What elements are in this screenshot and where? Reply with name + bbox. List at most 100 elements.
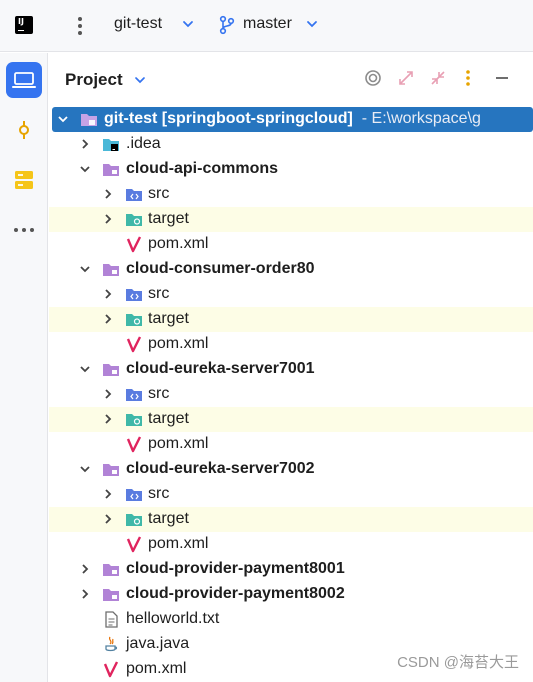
tree-label: .idea [126, 135, 161, 152]
idea-folder-icon [103, 139, 119, 151]
panel-title[interactable]: Project [65, 70, 123, 90]
branch-switcher[interactable]: master [243, 15, 292, 33]
commit-tool-button[interactable] [6, 112, 42, 148]
chevron-down-icon[interactable] [79, 363, 91, 375]
logo-text: IJ [18, 17, 24, 26]
tree-row[interactable]: cloud-provider-payment8001 [49, 557, 533, 582]
tree-row[interactable]: helloworld.txt [49, 607, 533, 632]
tree-label: cloud-eureka-server7002 [126, 460, 315, 477]
tree-label: src [148, 485, 170, 502]
more-tools-button[interactable] [6, 212, 42, 248]
module-folder-icon [103, 164, 119, 176]
tree-label: pom.xml [148, 535, 209, 552]
tree-label: target [148, 510, 189, 527]
module-folder-icon [103, 364, 119, 376]
module-folder-icon [81, 114, 97, 126]
chevron-right-icon[interactable] [79, 588, 91, 600]
tree-label: target [148, 310, 189, 327]
tree-row[interactable]: src [49, 282, 533, 307]
tree-label: git-test [springboot-springcloud] - E:\w… [104, 110, 481, 128]
root-path: - E:\workspace\g [361, 110, 481, 127]
database-icon [15, 171, 33, 189]
tree-row[interactable]: cloud-api-commons [49, 157, 533, 182]
project-tree: git-test [springboot-springcloud] - E:\w… [49, 107, 533, 682]
commit-icon [19, 121, 29, 139]
tree-label: target [148, 410, 189, 427]
project-switcher[interactable]: git-test [114, 15, 162, 33]
chevron-down-icon[interactable] [134, 74, 146, 86]
tree-row[interactable]: pom.xml [49, 432, 533, 457]
chevron-right-icon[interactable] [102, 488, 114, 500]
project-tool-button[interactable] [6, 62, 42, 98]
chevron-down-icon[interactable] [79, 163, 91, 175]
tool-window-strip [0, 53, 48, 682]
tree-row[interactable]: pom.xml [49, 532, 533, 557]
chevron-down-icon[interactable] [79, 463, 91, 475]
more-icon [14, 228, 34, 232]
tree-row[interactable]: target [49, 207, 533, 232]
tree-label: pom.xml [148, 235, 209, 252]
tree-label: java.java [126, 635, 190, 652]
collapse-icon[interactable] [429, 69, 447, 87]
tree-row[interactable]: .idea [49, 132, 533, 157]
tree-row[interactable]: cloud-eureka-server7001 [49, 357, 533, 382]
tree-label: cloud-consumer-order80 [126, 260, 315, 277]
services-tool-button[interactable] [6, 162, 42, 198]
tree-label: cloud-provider-payment8001 [126, 560, 345, 577]
tree-row[interactable]: target [49, 407, 533, 432]
chevron-down-icon[interactable] [79, 263, 91, 275]
tree-row[interactable]: target [49, 307, 533, 332]
chevron-right-icon[interactable] [102, 513, 114, 525]
maven-icon [126, 536, 142, 553]
tree-row-root[interactable]: git-test [springboot-springcloud] - E:\w… [52, 107, 533, 132]
module-folder-icon [103, 564, 119, 576]
chevron-down-icon[interactable] [57, 113, 69, 125]
tree-label: pom.xml [148, 335, 209, 352]
chevron-right-icon[interactable] [79, 138, 91, 150]
chevron-right-icon[interactable] [102, 313, 114, 325]
tree-label: pom.xml [148, 435, 209, 452]
main-menu-icon[interactable] [72, 14, 88, 38]
tree-row[interactable]: pom.xml [49, 332, 533, 357]
laptop-icon [12, 72, 36, 88]
tree-row[interactable]: cloud-eureka-server7002 [49, 457, 533, 482]
chevron-right-icon[interactable] [102, 188, 114, 200]
intellij-logo-icon[interactable]: IJ [13, 14, 35, 36]
tree-row[interactable]: src [49, 382, 533, 407]
root-qualifier: [springboot-springcloud] [161, 110, 353, 127]
target-folder-icon [126, 514, 142, 526]
chevron-right-icon[interactable] [102, 413, 114, 425]
chevron-right-icon[interactable] [79, 563, 91, 575]
target-folder-icon [126, 214, 142, 226]
tree-label: src [148, 385, 170, 402]
tree-label: cloud-api-commons [126, 160, 279, 177]
target-folder-icon [126, 314, 142, 326]
tree-label: src [148, 185, 170, 202]
module-folder-icon [103, 589, 119, 601]
tree-label: cloud-provider-payment8002 [126, 585, 345, 602]
source-folder-icon [126, 189, 142, 201]
tree-row[interactable]: src [49, 182, 533, 207]
options-icon[interactable] [463, 69, 473, 87]
tree-label: target [148, 210, 189, 227]
target-icon[interactable] [364, 69, 382, 87]
chevron-down-icon[interactable] [305, 17, 319, 31]
project-tool-window: Project git-test [springboot-springcloud… [49, 53, 533, 682]
git-branch-icon[interactable] [218, 15, 236, 35]
minimize-icon[interactable] [494, 69, 510, 87]
module-folder-icon [103, 464, 119, 476]
tree-row[interactable]: src [49, 482, 533, 507]
tree-row[interactable]: cloud-provider-payment8002 [49, 582, 533, 607]
expand-icon[interactable] [397, 69, 415, 87]
maven-icon [126, 336, 142, 353]
main-toolbar: IJ git-test master [0, 0, 533, 52]
java-file-icon [105, 636, 118, 652]
chevron-right-icon[interactable] [102, 288, 114, 300]
tree-row[interactable]: cloud-consumer-order80 [49, 257, 533, 282]
chevron-right-icon[interactable] [102, 388, 114, 400]
chevron-down-icon[interactable] [181, 17, 195, 31]
tree-row[interactable]: pom.xml [49, 232, 533, 257]
maven-icon [103, 661, 119, 678]
chevron-right-icon[interactable] [102, 213, 114, 225]
tree-row[interactable]: target [49, 507, 533, 532]
